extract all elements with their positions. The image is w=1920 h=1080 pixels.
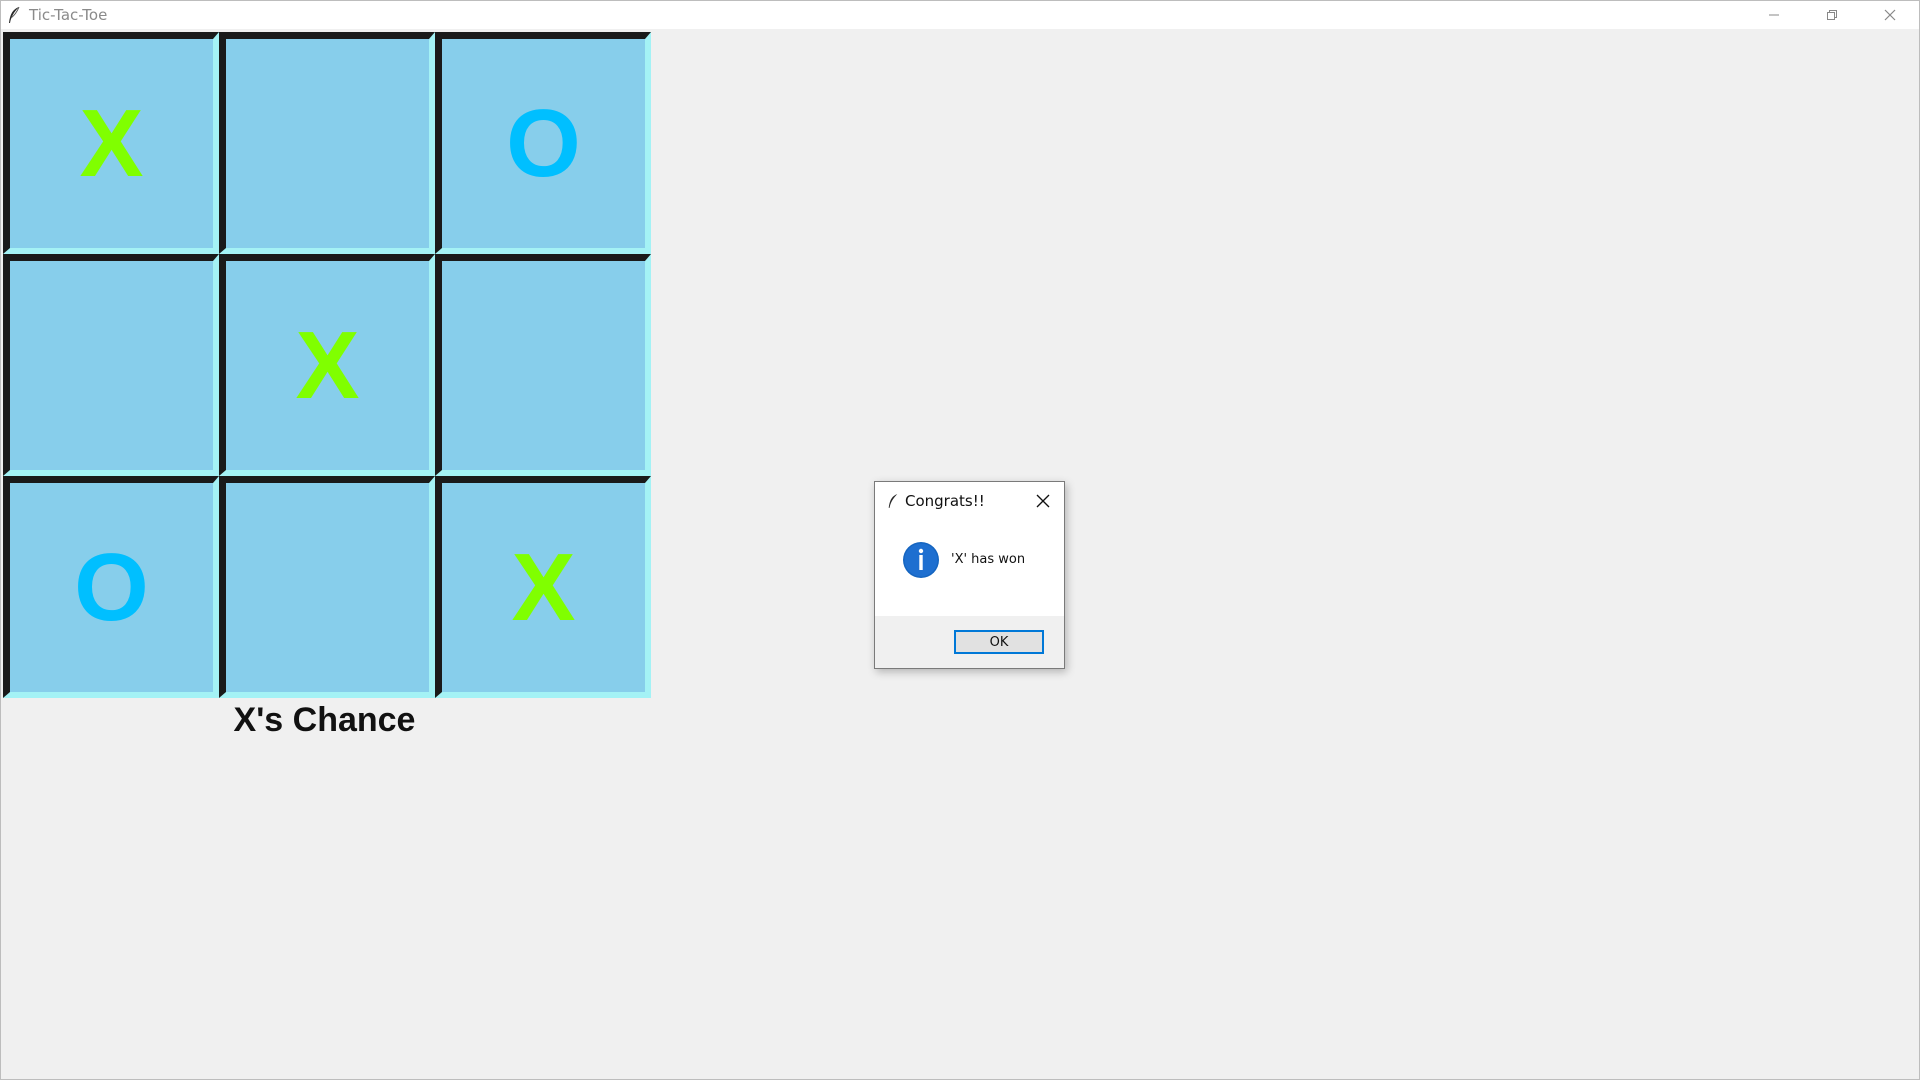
restore-icon bbox=[1827, 10, 1837, 20]
info-icon bbox=[903, 541, 939, 578]
close-button[interactable] bbox=[1861, 1, 1919, 29]
minimize-button[interactable] bbox=[1745, 1, 1803, 29]
cell-mark: X bbox=[511, 533, 576, 641]
turn-status-label: X's Chance bbox=[233, 701, 416, 739]
dialog-footer: OK bbox=[875, 616, 1064, 668]
board-cell-r2-c3[interactable] bbox=[435, 254, 651, 476]
board-cell-r3-c3[interactable]: X bbox=[435, 476, 651, 698]
cell-mark: O bbox=[506, 89, 581, 197]
board-cell-r1-c1[interactable]: X bbox=[3, 32, 219, 254]
feather-icon bbox=[887, 492, 899, 510]
cell-mark: X bbox=[295, 311, 360, 419]
cell-mark: X bbox=[79, 89, 144, 197]
dialog-body: 'X' has won bbox=[875, 520, 1064, 599]
board-cell-r2-c2[interactable]: X bbox=[219, 254, 435, 476]
title-bar: Tic-Tac-Toe bbox=[1, 1, 1919, 29]
feather-icon bbox=[7, 6, 23, 24]
board-cell-r1-c3[interactable]: O bbox=[435, 32, 651, 254]
board-cell-r3-c2[interactable] bbox=[219, 476, 435, 698]
dialog-close-button[interactable] bbox=[1030, 488, 1056, 514]
board-cell-r2-c1[interactable] bbox=[3, 254, 219, 476]
minimize-icon bbox=[1769, 14, 1779, 16]
board-cell-r3-c1[interactable]: O bbox=[3, 476, 219, 698]
window-controls bbox=[1745, 1, 1919, 29]
restore-button[interactable] bbox=[1803, 1, 1861, 29]
close-icon bbox=[1036, 494, 1050, 508]
dialog-title: Congrats!! bbox=[905, 492, 985, 510]
game-board: X O X O X bbox=[1, 30, 651, 698]
window-title: Tic-Tac-Toe bbox=[29, 6, 108, 24]
congrats-dialog: Congrats!! 'X' has won OK bbox=[874, 481, 1065, 669]
ok-button[interactable]: OK bbox=[954, 630, 1044, 654]
cell-mark: O bbox=[74, 533, 149, 641]
dialog-message: 'X' has won bbox=[951, 552, 1026, 567]
dialog-title-bar: Congrats!! bbox=[875, 482, 1064, 520]
close-icon bbox=[1884, 9, 1896, 21]
board-cell-r1-c2[interactable] bbox=[219, 32, 435, 254]
